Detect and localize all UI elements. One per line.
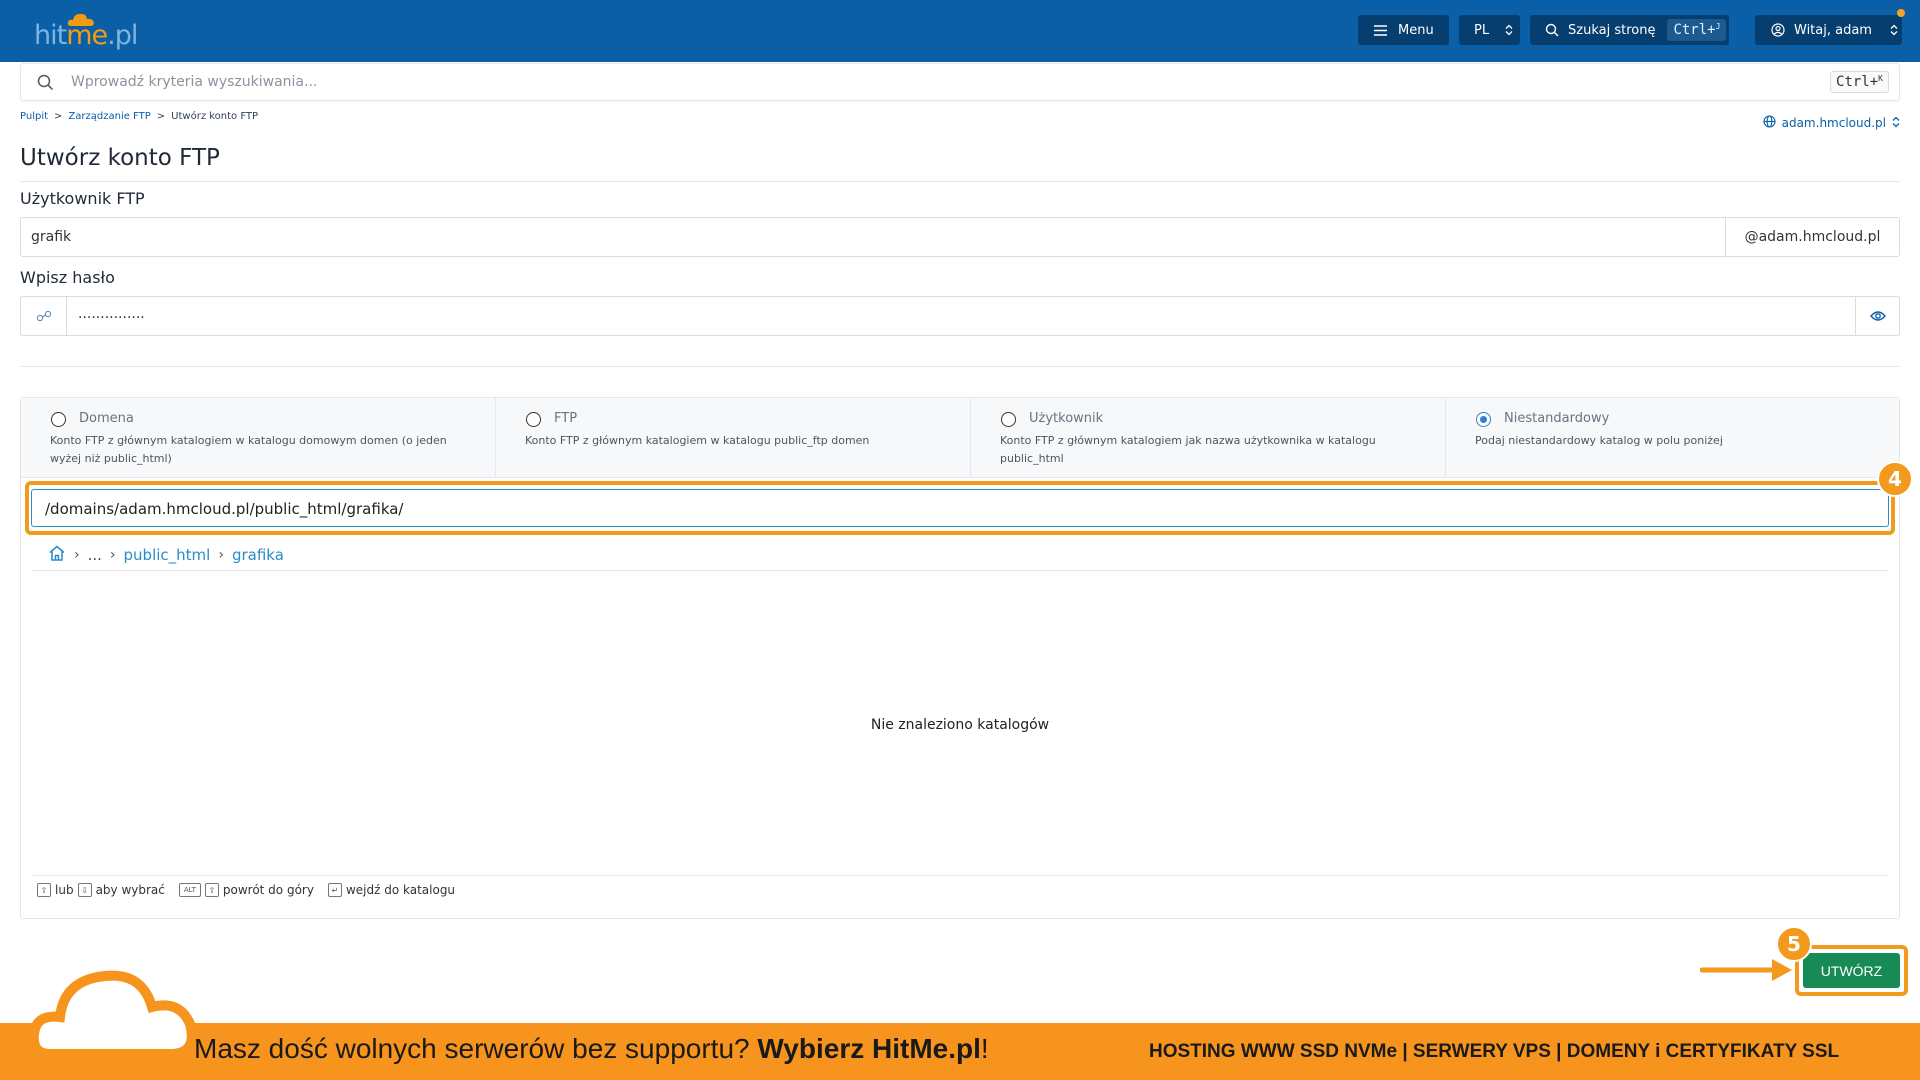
hitme-logo[interactable]: hitme.pl bbox=[32, 8, 138, 54]
radio-uzytkownik[interactable] bbox=[1001, 412, 1016, 427]
chevron-updown-icon bbox=[1886, 22, 1902, 38]
hint-text: wejdź do katalogu bbox=[345, 883, 456, 897]
banner-services: HOSTING WWW SSD NVMe | SERWERY VPS | DOM… bbox=[1149, 1041, 1840, 1062]
arrow-right-icon bbox=[1700, 959, 1792, 981]
key-generate-icon bbox=[36, 310, 51, 322]
option-ftp[interactable]: FTP Konto FTP z głównym katalogiem w kat… bbox=[496, 398, 971, 477]
custom-path-value: /domains/adam.hmcloud.pl/public_html/gra… bbox=[45, 500, 404, 518]
hint-text: aby wybrać bbox=[95, 883, 165, 897]
radio-ftp[interactable] bbox=[526, 412, 541, 427]
password-label: Wpisz hasło bbox=[20, 268, 115, 287]
password-field[interactable]: ............... bbox=[20, 296, 1900, 336]
generate-password-button[interactable] bbox=[21, 297, 67, 335]
hint-text: powrót do góry bbox=[222, 883, 314, 897]
create-button[interactable]: UTWÓRZ bbox=[1803, 953, 1900, 988]
divider bbox=[20, 181, 1900, 182]
step-badge: 4 bbox=[1877, 461, 1913, 497]
page-title: Utwórz konto FTP bbox=[20, 145, 220, 171]
option-uzytkownik[interactable]: Użytkownik Konto FTP z głównym katalogie… bbox=[971, 398, 1446, 477]
cloud-logo-icon bbox=[30, 970, 197, 1059]
breadcrumb-separator: > bbox=[156, 111, 166, 122]
page-search-label: Szukaj stronę bbox=[1568, 22, 1656, 38]
search-icon bbox=[37, 74, 54, 95]
radio-niestandardowy[interactable] bbox=[1476, 412, 1491, 427]
ftp-user-label: Użytkownik FTP bbox=[20, 189, 145, 208]
home-icon[interactable] bbox=[48, 545, 66, 565]
option-desc: Konto FTP z głównym katalogiem w katalog… bbox=[525, 434, 870, 447]
arrow-up-key-icon: ⇧ bbox=[37, 883, 51, 897]
option-niestandardowy[interactable]: Niestandardowy Podaj niestandardowy kata… bbox=[1446, 398, 1920, 477]
option-title: Niestandardowy bbox=[1504, 411, 1610, 426]
file-browser-crumb-public-html[interactable]: public_html bbox=[124, 546, 211, 564]
user-menu-button[interactable]: Witaj, adam bbox=[1755, 15, 1902, 45]
ftp-user-field[interactable]: grafik @adam.hmcloud.pl bbox=[20, 217, 1900, 257]
breadcrumb-item-pulpit[interactable]: Pulpit bbox=[20, 111, 48, 122]
chevron-right-icon: › bbox=[74, 547, 80, 563]
page-search-button[interactable]: Szukaj stronę Ctrl+J bbox=[1530, 15, 1729, 45]
global-search-shortcut: Ctrl+K bbox=[1830, 71, 1889, 93]
chevron-right-icon: › bbox=[218, 547, 224, 563]
toggle-password-visibility-button[interactable] bbox=[1855, 297, 1899, 335]
banner-headline: Masz dość wolnych serwerów bez supportu?… bbox=[194, 1033, 989, 1065]
divider bbox=[20, 366, 1900, 367]
option-desc: Konto FTP z głównym katalogiem jak nazwa… bbox=[1000, 434, 1376, 465]
language-label: PL bbox=[1474, 22, 1490, 38]
password-value: ............... bbox=[78, 306, 145, 322]
enter-key-icon: ↵ bbox=[327, 883, 342, 897]
option-title: FTP bbox=[554, 411, 578, 426]
arrow-up-key-icon: ⇧ bbox=[204, 883, 219, 897]
step-badge: 5 bbox=[1776, 926, 1812, 962]
notification-dot bbox=[1897, 9, 1905, 17]
top-bar: hitme.pl Menu PL Szukaj stronę Ctrl+J Wi… bbox=[0, 0, 1920, 62]
globe-icon bbox=[1763, 115, 1776, 131]
page-search-shortcut: Ctrl+J bbox=[1667, 19, 1727, 41]
global-search-bar[interactable]: Wprowadź kryteria wyszukiwania... Ctrl+K bbox=[20, 63, 1900, 101]
breadcrumb-item-current: Utwórz konto FTP bbox=[171, 111, 259, 122]
domain-selector-label: adam.hmcloud.pl bbox=[1781, 116, 1886, 130]
keyboard-hints: ⇧ lub ⇩ aby wybrać ALT ⇧ powrót do góry … bbox=[37, 883, 455, 897]
search-icon bbox=[1544, 22, 1560, 38]
option-desc: Podaj niestandardowy katalog w polu poni… bbox=[1475, 434, 1723, 447]
ftp-user-value: grafik bbox=[31, 229, 72, 245]
eye-icon bbox=[1869, 311, 1886, 321]
option-domena[interactable]: Domena Konto FTP z głównym katalogiem w … bbox=[21, 398, 496, 477]
banner-text-bold: Wybierz HitMe.pl bbox=[757, 1033, 981, 1064]
banner-text-regular: Masz dość wolnych serwerów bez supportu? bbox=[194, 1033, 758, 1064]
directory-type-options: Domena Konto FTP z głównym katalogiem w … bbox=[21, 398, 1899, 478]
menu-button[interactable]: Menu bbox=[1358, 15, 1449, 45]
file-browser-breadcrumb: › ... › public_html › grafika bbox=[48, 545, 284, 565]
breadcrumb-separator: > bbox=[54, 111, 63, 122]
chevron-right-icon: › bbox=[109, 547, 116, 563]
banner-text-end: ! bbox=[980, 1033, 989, 1064]
user-icon bbox=[1770, 22, 1786, 38]
option-desc: Konto FTP z głównym katalogiem w katalog… bbox=[50, 434, 447, 465]
logo-part1: hit bbox=[34, 20, 67, 51]
user-greeting: Witaj, adam bbox=[1794, 22, 1872, 38]
global-search-input[interactable]: Wprowadź kryteria wyszukiwania... bbox=[71, 74, 317, 90]
option-title: Domena bbox=[79, 411, 134, 426]
logo-part3: .pl bbox=[107, 20, 138, 51]
language-select[interactable]: PL bbox=[1459, 15, 1520, 45]
empty-state-text: Nie znaleziono katalogów bbox=[870, 717, 1050, 733]
domain-selector[interactable]: adam.hmcloud.pl bbox=[1763, 115, 1900, 131]
custom-path-input[interactable]: /domains/adam.hmcloud.pl/public_html/gra… bbox=[31, 489, 1889, 527]
radio-domena[interactable] bbox=[51, 412, 66, 427]
chevron-updown-icon bbox=[1501, 22, 1517, 38]
alt-key-icon: ALT bbox=[178, 883, 201, 897]
chevron-updown-icon bbox=[1892, 116, 1900, 131]
breadcrumb-item-ftp[interactable]: Zarządzanie FTP bbox=[68, 111, 150, 122]
hint-text: lub bbox=[55, 883, 74, 897]
ftp-user-domain-suffix: @adam.hmcloud.pl bbox=[1725, 218, 1899, 256]
arrow-down-key-icon: ⇩ bbox=[77, 883, 92, 897]
menu-label: Menu bbox=[1398, 22, 1434, 38]
logo-part2: me bbox=[66, 20, 108, 51]
breadcrumb: Pulpit > Zarządzanie FTP > Utwórz konto … bbox=[20, 111, 258, 122]
file-browser-crumb-grafika[interactable]: grafika bbox=[232, 546, 284, 564]
option-title: Użytkownik bbox=[1029, 411, 1104, 426]
hamburger-icon bbox=[1372, 22, 1388, 38]
file-browser-crumb-dots[interactable]: ... bbox=[88, 546, 102, 564]
file-browser-list[interactable]: Nie znaleziono katalogów bbox=[31, 570, 1889, 876]
